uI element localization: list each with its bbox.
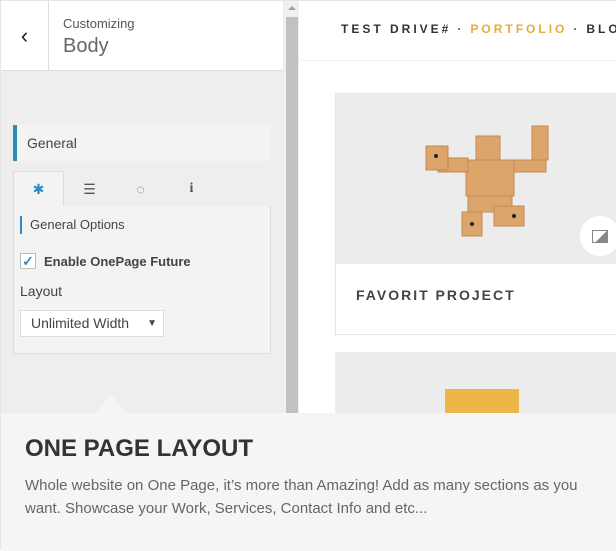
info-icon: i [189, 181, 194, 196]
nav-item-blog[interactable]: BLOG [586, 22, 616, 36]
checkbox-label: Enable OnePage Future [44, 254, 191, 269]
preview-nav: TEST DRIVE#·PORTFOLIO·BLOG [301, 1, 616, 61]
general-options-panel: General Options ✓ Enable OnePage Future … [13, 206, 271, 354]
layout-select-value: Unlimited Width [31, 315, 130, 331]
feature-caption: ONE PAGE LAYOUT Whole website on One Pag… [1, 413, 616, 551]
scrollbar-thumb[interactable] [286, 17, 298, 417]
enable-onepage-checkbox[interactable]: ✓ [20, 253, 36, 269]
feature-description: Whole website on One Page, it’s more tha… [25, 477, 578, 517]
tab-info[interactable]: i [166, 171, 217, 207]
image-gallery-button[interactable] [580, 216, 616, 256]
portfolio-card[interactable]: FAVORIT PROJECT [335, 93, 616, 335]
nav-item-test-drive[interactable]: TEST DRIVE# [341, 22, 451, 36]
feature-title: ONE PAGE LAYOUT [25, 435, 254, 462]
tab-layout[interactable]: ☰ [64, 171, 115, 207]
customizer-header: ‹ Customizing Body [1, 1, 283, 71]
scroll-up-icon[interactable] [288, 6, 296, 10]
card-title[interactable]: FAVORIT PROJECT [356, 287, 516, 303]
chevron-down-icon: ▼ [147, 318, 157, 329]
loading-icon: ◌ [136, 181, 145, 197]
layout-icon: ☰ [83, 180, 96, 197]
section-title: Body [63, 35, 109, 57]
project-image [336, 94, 616, 264]
tab-general[interactable]: ✱ [13, 171, 64, 207]
back-button[interactable]: ‹ [1, 1, 49, 71]
image-icon [592, 229, 608, 243]
panel-general[interactable]: General [13, 125, 271, 161]
tab-bar: ✱ ☰ ◌ i [13, 171, 219, 207]
gear-icon: ✱ [32, 181, 45, 197]
layout-label: Layout [20, 283, 63, 299]
tab-loading[interactable]: ◌ [115, 171, 166, 207]
layout-select[interactable]: Unlimited Width ▼ [20, 310, 164, 337]
customizing-label: Customizing [63, 16, 135, 31]
nav-item-portfolio[interactable]: PORTFOLIO [470, 22, 567, 36]
group-title: General Options [20, 216, 125, 234]
wooden-robot-image [425, 125, 549, 237]
callout-pointer [95, 395, 127, 413]
